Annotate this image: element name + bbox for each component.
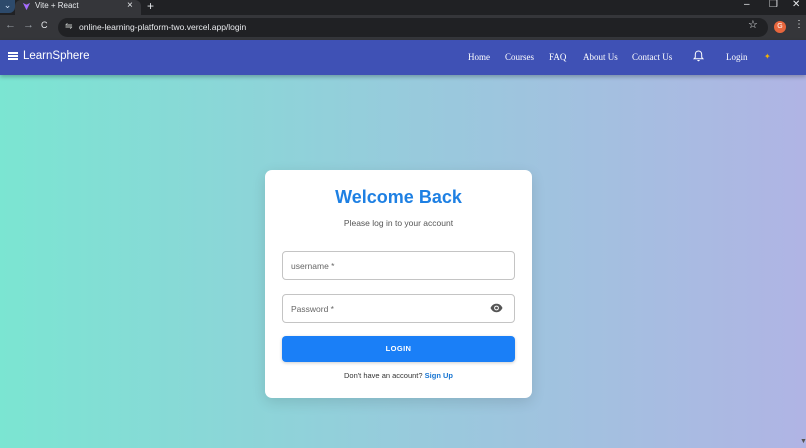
password-field[interactable]: Password * (282, 294, 515, 323)
browser-menu-icon[interactable]: ⋮ (794, 19, 804, 30)
app-background: LearnSphere Home Courses FAQ About Us Co… (0, 40, 806, 448)
nav-faq[interactable]: FAQ (549, 52, 566, 62)
bookmark-star-icon[interactable]: ☆ (748, 18, 758, 31)
forward-icon[interactable]: → (23, 19, 34, 31)
login-button[interactable]: LOGIN (282, 336, 515, 362)
restore-button[interactable]: ❐ (769, 0, 778, 10)
username-label: username * (291, 261, 335, 271)
hamburger-icon[interactable] (8, 52, 18, 60)
signup-link[interactable]: Sign Up (425, 371, 453, 380)
signup-prompt: Don't have an account? (343, 371, 423, 380)
vite-favicon-icon (22, 2, 31, 11)
tab-title: Vite + React (35, 1, 79, 10)
brand-logo[interactable]: LearnSphere (23, 50, 90, 62)
nav-home[interactable]: Home (468, 52, 490, 62)
tab-close-icon[interactable]: × (127, 0, 133, 11)
app-header: LearnSphere Home Courses FAQ About Us Co… (0, 40, 806, 75)
login-card: Welcome Back Please log in to your accou… (265, 170, 532, 398)
back-icon[interactable]: ← (5, 19, 16, 31)
window-close-button[interactable]: ✕ (792, 0, 800, 10)
browser-tabstrip: ⌄ Vite + React × + – ❐ ✕ (0, 0, 806, 15)
username-field[interactable]: username * (282, 251, 515, 280)
tab-search-icon[interactable]: ⌄ (0, 0, 15, 13)
browser-toolbar: ← → C ⇋ online-learning-platform-two.ver… (0, 15, 806, 40)
page-title: Welcome Back (335, 187, 462, 207)
scroll-down-arrow-icon[interactable]: ▼ (800, 438, 806, 445)
address-bar[interactable]: ⇋ online-learning-platform-two.vercel.ap… (58, 18, 768, 37)
password-label: Password * (291, 304, 334, 314)
nav-about-us[interactable]: About Us (583, 52, 618, 62)
new-tab-button[interactable]: + (147, 0, 154, 13)
signup-row: Don't have an account? Sign Up (265, 371, 532, 380)
reload-icon[interactable]: C (41, 20, 48, 30)
minimize-button[interactable]: – (744, 0, 750, 10)
site-info-icon[interactable]: ⇋ (65, 21, 73, 32)
browser-tab[interactable]: Vite + React × (15, 0, 141, 15)
eye-icon[interactable] (490, 303, 503, 313)
page-subtitle: Please log in to your account (343, 218, 454, 228)
login-link[interactable]: Login (726, 52, 748, 62)
nav-contact-us[interactable]: Contact Us (632, 52, 672, 62)
profile-avatar[interactable]: G (774, 21, 786, 33)
nav-courses[interactable]: Courses (505, 52, 534, 62)
sun-icon[interactable]: ✦ (764, 52, 771, 61)
url-text[interactable]: online-learning-platform-two.vercel.app/… (79, 22, 246, 32)
bell-icon[interactable] (693, 50, 704, 62)
